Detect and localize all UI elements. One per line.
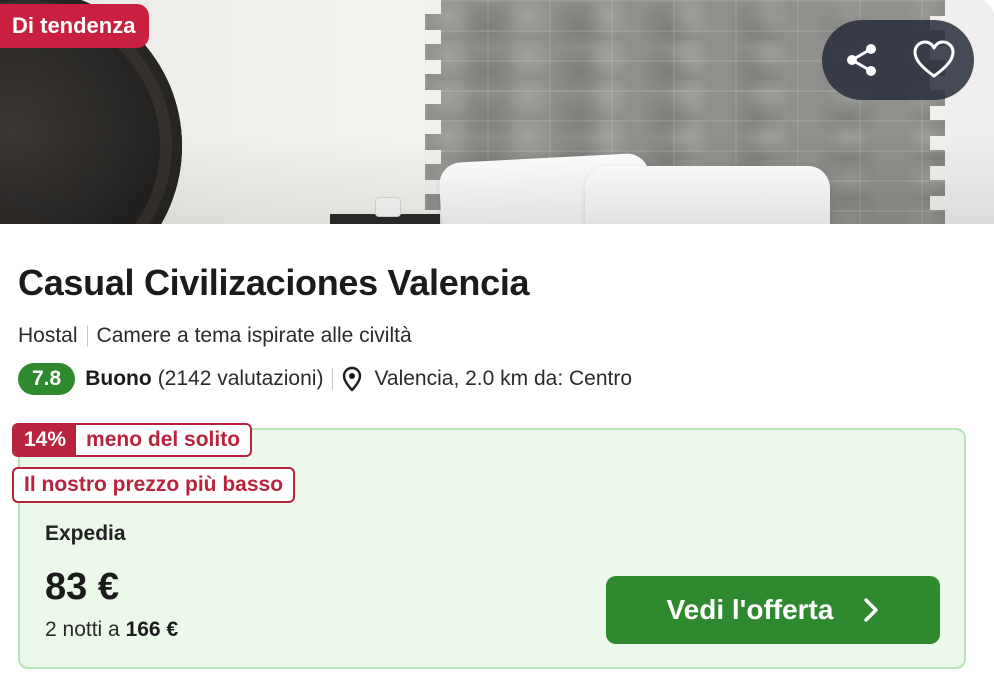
location-text[interactable]: Valencia, 2.0 km da: Centro — [374, 367, 632, 391]
total-price: 2 notti a 166 € — [45, 618, 178, 642]
offer-price: 83 € — [45, 566, 119, 608]
lowest-price-tag: Il nostro prezzo più basso — [12, 467, 296, 503]
discount-percent: 14% — [14, 425, 77, 455]
rating-label: Buono — [85, 367, 152, 390]
review-count[interactable]: (2142 valutazioni) — [158, 367, 324, 391]
hotel-meta: Hostal Camere a tema ispirate alle civil… — [18, 324, 412, 348]
heart-icon — [913, 40, 955, 78]
hotel-card[interactable]: Di tendenza Casual Civilizaciones Valenc… — [0, 0, 994, 684]
discount-text: meno del solito — [86, 428, 241, 451]
divider — [86, 325, 88, 347]
nights-total: 166 € — [125, 618, 179, 641]
discount-tag: 14% meno del solito — [12, 423, 253, 457]
hotel-name[interactable]: Casual Civilizaciones Valencia — [18, 262, 530, 304]
property-theme: Camere a tema ispirate alle civiltà — [96, 324, 412, 347]
nights-label: 2 notti a — [45, 618, 120, 641]
rating-score-badge[interactable]: 7.8 — [18, 363, 76, 395]
share-button[interactable] — [840, 38, 884, 82]
divider — [332, 368, 334, 390]
favorite-button[interactable] — [912, 38, 956, 82]
share-icon — [847, 44, 876, 76]
chevron-right-icon — [863, 597, 879, 623]
view-deal-button[interactable]: Vedi l'offerta — [606, 576, 940, 644]
view-deal-label: Vedi l'offerta — [666, 594, 834, 625]
property-type: Hostal — [18, 324, 78, 347]
offer-provider: Expedia — [45, 522, 126, 545]
photo-actions — [822, 20, 974, 100]
rating-row: 7.8 Buono (2142 valutazioni) Valencia, 2… — [18, 362, 632, 396]
location-pin-icon — [342, 366, 362, 392]
trending-badge: Di tendenza — [0, 4, 150, 48]
